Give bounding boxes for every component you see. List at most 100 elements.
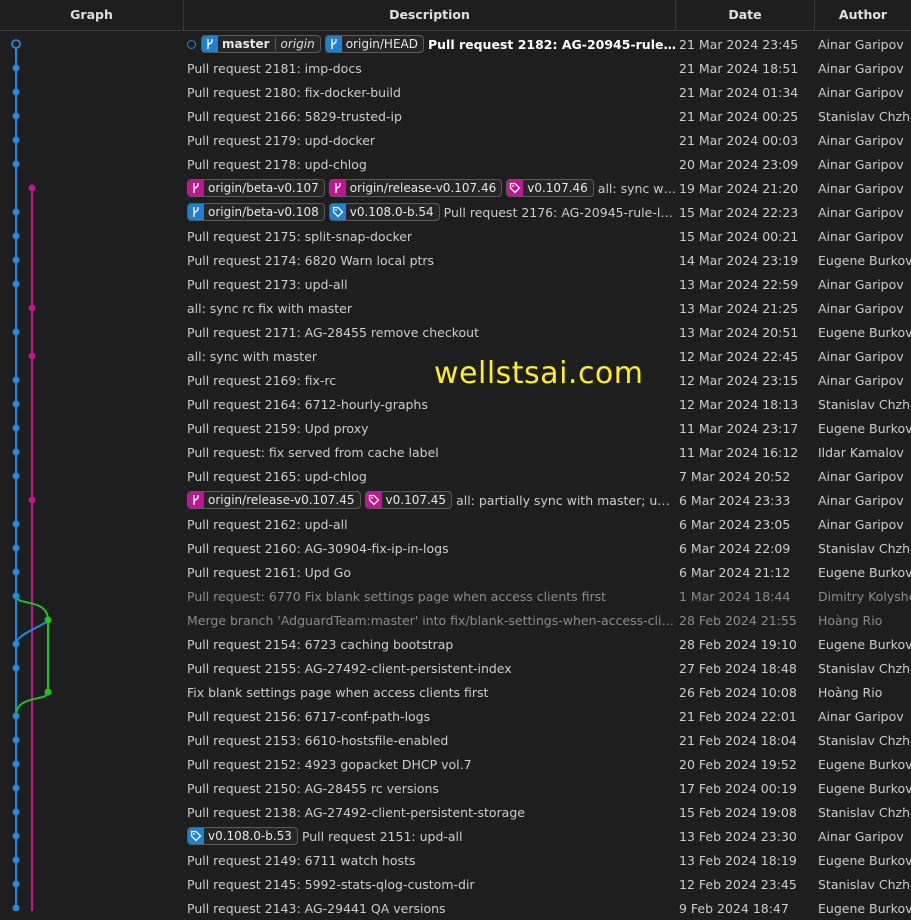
graph-cell <box>0 128 184 152</box>
graph-cell <box>0 872 184 896</box>
commit-date: 6 Mar 2024 23:33 <box>679 492 791 508</box>
commit-row[interactable]: origin/beta-v0.108 v0.108.0-b.54 Pull requ… <box>0 200 911 224</box>
graph-cell <box>0 248 184 272</box>
commit-date: 27 Feb 2024 18:48 <box>679 660 797 676</box>
ref-name: origin/beta-v0.108 <box>208 205 319 219</box>
commit-row[interactable]: Pull request 2152: 4923 gopacket DHCP vo… <box>0 752 911 776</box>
commit-message: Pull request 2169: fix-rc <box>187 372 337 388</box>
commit-author: Ainar Garipov <box>818 828 904 844</box>
commit-row[interactable]: Fix blank settings page when access clie… <box>0 680 911 704</box>
commit-row[interactable]: Pull request 2156: 6717-conf-path-logs 21… <box>0 704 911 728</box>
branch-label[interactable]: origin/HEAD <box>324 35 424 53</box>
commit-author: Eugene Burkov <box>818 852 911 868</box>
branch-label[interactable]: origin/beta-v0.107 <box>187 179 325 197</box>
graph-cell <box>0 296 184 320</box>
commit-row[interactable]: Pull request 2150: AG-28455 rc versions 1… <box>0 776 911 800</box>
commit-row[interactable]: origin/beta-v0.107 origin/release-v0.107.… <box>0 176 911 200</box>
commit-author: Ainar Garipov <box>818 84 904 100</box>
description-cell: Pull request 2152: 4923 gopacket DHCP vo… <box>184 757 676 772</box>
tag-label[interactable]: v0.107.46 <box>506 179 594 197</box>
commit-message: Pull request 2165: upd-chlog <box>187 468 367 484</box>
column-header-graph[interactable]: Graph <box>0 0 184 30</box>
commit-date: 20 Mar 2024 23:09 <box>679 156 799 172</box>
commit-row[interactable]: Pull request: fix served from cache labe… <box>0 440 911 464</box>
tag-label[interactable]: v0.108.0-b.54 <box>328 203 440 221</box>
commit-row[interactable]: Pull request 2154: 6723 caching bootstra… <box>0 632 911 656</box>
description-cell: origin/beta-v0.107 origin/release-v0.107.… <box>184 179 676 197</box>
graph-cell <box>0 680 184 704</box>
commit-date: 7 Mar 2024 20:52 <box>679 468 791 484</box>
branch-label[interactable]: origin/release-v0.107.46 <box>328 179 503 197</box>
column-header-date[interactable]: Date <box>676 0 815 30</box>
commit-row[interactable]: Pull request 2159: Upd proxy 11 Mar 2024 … <box>0 416 911 440</box>
column-header-description[interactable]: Description <box>184 0 676 30</box>
commit-row[interactable]: Pull request 2171: AG-28455 remove check… <box>0 320 911 344</box>
graph-cell <box>0 200 184 224</box>
description-cell: Pull request 2174: 6820 Warn local ptrs <box>184 253 676 268</box>
branch-label[interactable]: origin/beta-v0.108 <box>187 203 325 221</box>
commit-row[interactable]: Pull request 2161: Upd Go 6 Mar 2024 21:1… <box>0 560 911 584</box>
commit-row[interactable]: Pull request 2173: upd-all 13 Mar 2024 22… <box>0 272 911 296</box>
commit-row[interactable]: Pull request 2178: upd-chlog 20 Mar 2024 … <box>0 152 911 176</box>
commit-row[interactable]: Pull request: 6770 Fix blank settings pa… <box>0 584 911 608</box>
graph-cell <box>0 104 184 128</box>
commit-row[interactable]: Pull request 2153: 6610-hostsfile-enable… <box>0 728 911 752</box>
ref-name: origin/HEAD <box>345 37 418 51</box>
graph-cell <box>0 488 184 512</box>
branch-label[interactable]: master origin <box>201 35 321 53</box>
commit-row[interactable]: all: sync rc fix with master 13 Mar 2024 … <box>0 296 911 320</box>
description-cell: all: sync rc fix with master <box>184 301 676 316</box>
commit-row[interactable]: Pull request 2175: split-snap-docker 15 M… <box>0 224 911 248</box>
commit-date: 15 Feb 2024 19:08 <box>679 804 797 820</box>
commit-row[interactable]: Pull request 2181: imp-docs 21 Mar 2024 1… <box>0 56 911 80</box>
commit-row[interactable]: Merge branch 'AdguardTeam:master' into f… <box>0 608 911 632</box>
commit-row[interactable]: Pull request 2138: AG-27492-client-persi… <box>0 800 911 824</box>
commit-date: 13 Mar 2024 22:59 <box>679 276 799 292</box>
commit-message: Pull request 2181: imp-docs <box>187 60 362 76</box>
tag-label[interactable]: v0.108.0-b.53 <box>187 827 298 845</box>
description-cell: Merge branch 'AdguardTeam:master' into f… <box>184 613 676 628</box>
commit-date: 20 Feb 2024 19:52 <box>679 756 797 772</box>
description-cell: Pull request 2175: split-snap-docker <box>184 229 676 244</box>
commit-row[interactable]: master origin origin/HEAD Pull request 2182… <box>0 32 911 56</box>
commit-date: 21 Mar 2024 01:34 <box>679 84 799 100</box>
commit-author: Dimitry Kolyshev <box>818 588 911 604</box>
commit-date: 28 Feb 2024 19:10 <box>679 636 797 652</box>
commit-author: Ainar Garipov <box>818 156 904 172</box>
description-cell: Pull request 2180: fix-docker-build <box>184 85 676 100</box>
description-cell: origin/release-v0.107.45 v0.107.45 all: pa… <box>184 491 676 509</box>
graph-cell <box>0 584 184 608</box>
commit-row[interactable]: Pull request 2166: 5829-trusted-ip 21 Mar… <box>0 104 911 128</box>
ref-name: v0.107.45 <box>385 493 447 507</box>
graph-cell <box>0 608 184 632</box>
commit-author: Ainar Garipov <box>818 468 904 484</box>
commit-row[interactable]: Pull request 2179: upd-docker 21 Mar 2024… <box>0 128 911 152</box>
commit-row[interactable]: Pull request 2143: AG-29441 QA versions 9… <box>0 896 911 920</box>
commit-date: 14 Mar 2024 23:19 <box>679 252 799 268</box>
graph-cell <box>0 368 184 392</box>
commit-message: Fix blank settings page when access clie… <box>187 684 489 700</box>
column-header-author[interactable]: Author <box>815 0 911 30</box>
description-cell: Pull request 2155: AG-27492-client-persi… <box>184 661 676 676</box>
commit-author: Eugene Burkov <box>818 900 911 916</box>
commit-message: Pull request 2171: AG-28455 remove check… <box>187 324 479 340</box>
commit-message: Pull request 2156: 6717-conf-path-logs <box>187 708 431 724</box>
commit-row[interactable]: Pull request 2155: AG-27492-client-persi… <box>0 656 911 680</box>
commit-row[interactable]: Pull request 2162: upd-all 6 Mar 2024 23:… <box>0 512 911 536</box>
description-cell: Fix blank settings page when access clie… <box>184 685 676 700</box>
commit-row[interactable]: origin/release-v0.107.45 v0.107.45 all: pa… <box>0 488 911 512</box>
commit-author: Stanislav Chzhen <box>818 660 911 676</box>
commit-row[interactable]: Pull request 2165: upd-chlog 7 Mar 2024 2… <box>0 464 911 488</box>
branch-icon <box>188 204 204 220</box>
commit-row[interactable]: Pull request 2149: 6711 watch hosts 13 Fe… <box>0 848 911 872</box>
commit-row[interactable]: Pull request 2174: 6820 Warn local ptrs 1… <box>0 248 911 272</box>
commit-row[interactable]: Pull request 2160: AG-30904-fix-ip-in-lo… <box>0 536 911 560</box>
commit-row[interactable]: Pull request 2145: 5992-stats-qlog-custo… <box>0 872 911 896</box>
branch-label[interactable]: origin/release-v0.107.45 <box>187 491 361 509</box>
commit-row[interactable]: Pull request 2180: fix-docker-build 21 Ma… <box>0 80 911 104</box>
commit-date: 19 Mar 2024 21:20 <box>679 180 799 196</box>
commit-row[interactable]: Pull request 2164: 6712-hourly-graphs 12 … <box>0 392 911 416</box>
tag-icon <box>507 180 524 196</box>
commit-row[interactable]: v0.108.0-b.53 Pull request 2151: upd-all 1… <box>0 824 911 848</box>
tag-label[interactable]: v0.107.45 <box>364 491 453 509</box>
